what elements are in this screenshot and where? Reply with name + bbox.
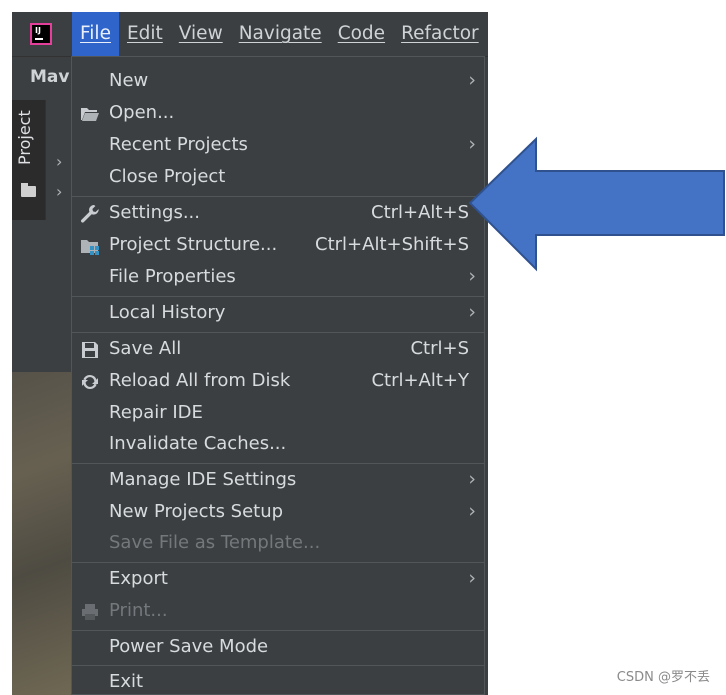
menu-item-label: Local History: [109, 302, 226, 323]
file-menu-dropdown: New › Open... Recent Projects › Close Pr…: [71, 56, 485, 695]
submenu-arrow-icon: ›: [468, 468, 476, 490]
menu-item-export[interactable]: Export ›: [72, 565, 484, 596]
menu-separator: [72, 196, 484, 197]
shortcut-label: Ctrl+S: [410, 338, 469, 359]
menu-item-close-project[interactable]: Close Project: [72, 163, 484, 194]
menu-item-open[interactable]: Open...: [72, 99, 484, 130]
folder-icon: [21, 183, 36, 197]
menu-item-recent-projects[interactable]: Recent Projects ›: [72, 131, 484, 162]
menu-item-new[interactable]: New ›: [72, 67, 484, 98]
menu-item-label: Repair IDE: [109, 402, 203, 423]
shortcut-label: Ctrl+Alt+Shift+S: [315, 234, 469, 255]
reload-icon: [80, 372, 100, 392]
menu-item-label: Save File as Template...: [109, 532, 321, 553]
menu-edit[interactable]: Edit: [119, 12, 171, 56]
menu-item-label: Manage IDE Settings: [109, 469, 297, 490]
menu-item-label: Reload All from Disk: [109, 370, 291, 391]
menu-item-label: Settings...: [109, 202, 200, 223]
menu-item-label: Project Structure...: [109, 234, 278, 255]
menu-item-label: Save All: [109, 338, 182, 359]
main-menu-bar: File Edit View Navigate Code Refactor: [12, 12, 488, 56]
menu-item-settings[interactable]: Settings... Ctrl+Alt+S: [72, 199, 484, 230]
chevron-right-icon[interactable]: ›: [56, 152, 62, 171]
menu-separator: [72, 562, 484, 563]
menu-separator: [72, 332, 484, 333]
menu-separator: [72, 665, 484, 666]
print-icon: [80, 602, 100, 622]
menu-item-label: Recent Projects: [109, 134, 248, 155]
menu-item-save-file-as-template: Save File as Template...: [72, 529, 484, 560]
ide-window: File Edit View Navigate Code Refactor Ma…: [12, 12, 488, 695]
menu-item-print: Print...: [72, 597, 484, 628]
menu-item-label: Export: [109, 568, 168, 589]
submenu-arrow-icon: ›: [468, 69, 476, 91]
menu-item-label: Power Save Mode: [109, 636, 269, 657]
menu-item-reload-all[interactable]: Reload All from Disk Ctrl+Alt+Y: [72, 367, 484, 398]
menu-item-label: New Projects Setup: [109, 501, 284, 522]
menu-refactor[interactable]: Refactor: [393, 12, 487, 56]
menu-item-label: Close Project: [109, 166, 226, 187]
menu-item-save-all[interactable]: Save All Ctrl+S: [72, 335, 484, 366]
intellij-logo-icon: [30, 23, 52, 45]
menu-item-exit[interactable]: Exit: [72, 668, 484, 695]
left-tool-strip: Project: [12, 100, 46, 220]
menu-item-label: Print...: [109, 600, 168, 621]
menu-item-file-properties[interactable]: File Properties ›: [72, 263, 484, 294]
menu-item-project-structure[interactable]: Project Structure... Ctrl+Alt+Shift+S: [72, 231, 484, 262]
background-image: [12, 372, 76, 695]
wrench-icon: [80, 204, 100, 224]
menu-item-power-save-mode[interactable]: Power Save Mode: [72, 633, 484, 664]
project-tool-tab[interactable]: Project: [15, 108, 41, 168]
shortcut-label: Ctrl+Alt+S: [371, 202, 469, 223]
menu-item-new-projects-setup[interactable]: New Projects Setup ›: [72, 498, 484, 529]
menu-separator: [72, 296, 484, 297]
menu-item-manage-ide-settings[interactable]: Manage IDE Settings ›: [72, 466, 484, 497]
menu-item-label: New: [109, 70, 149, 91]
menu-separator: [72, 630, 484, 631]
folder-open-icon: [80, 104, 100, 124]
project-structure-icon: [80, 236, 100, 256]
breadcrumb-project[interactable]: Mav: [30, 67, 69, 87]
menu-view[interactable]: View: [171, 12, 231, 56]
shortcut-label: Ctrl+Alt+Y: [371, 370, 469, 391]
menu-item-local-history[interactable]: Local History ›: [72, 299, 484, 330]
menu-code[interactable]: Code: [330, 12, 393, 56]
menu-item-label: Exit: [109, 671, 144, 692]
watermark-text: CSDN @罗不丢: [616, 670, 710, 685]
menu-item-label: Invalidate Caches...: [109, 433, 287, 454]
chevron-right-icon[interactable]: ›: [56, 182, 62, 201]
submenu-arrow-icon: ›: [468, 301, 476, 323]
menu-file[interactable]: File: [72, 12, 119, 56]
menu-item-invalidate-caches[interactable]: Invalidate Caches...: [72, 430, 484, 461]
submenu-arrow-icon: ›: [468, 567, 476, 589]
annotation-arrow: [468, 136, 725, 272]
menu-item-repair-ide[interactable]: Repair IDE: [72, 399, 484, 430]
save-icon: [80, 340, 100, 360]
menu-separator: [72, 463, 484, 464]
menu-item-label: File Properties: [109, 266, 236, 287]
submenu-arrow-icon: ›: [468, 500, 476, 522]
menu-item-label: Open...: [109, 102, 175, 123]
menu-navigate[interactable]: Navigate: [231, 12, 330, 56]
